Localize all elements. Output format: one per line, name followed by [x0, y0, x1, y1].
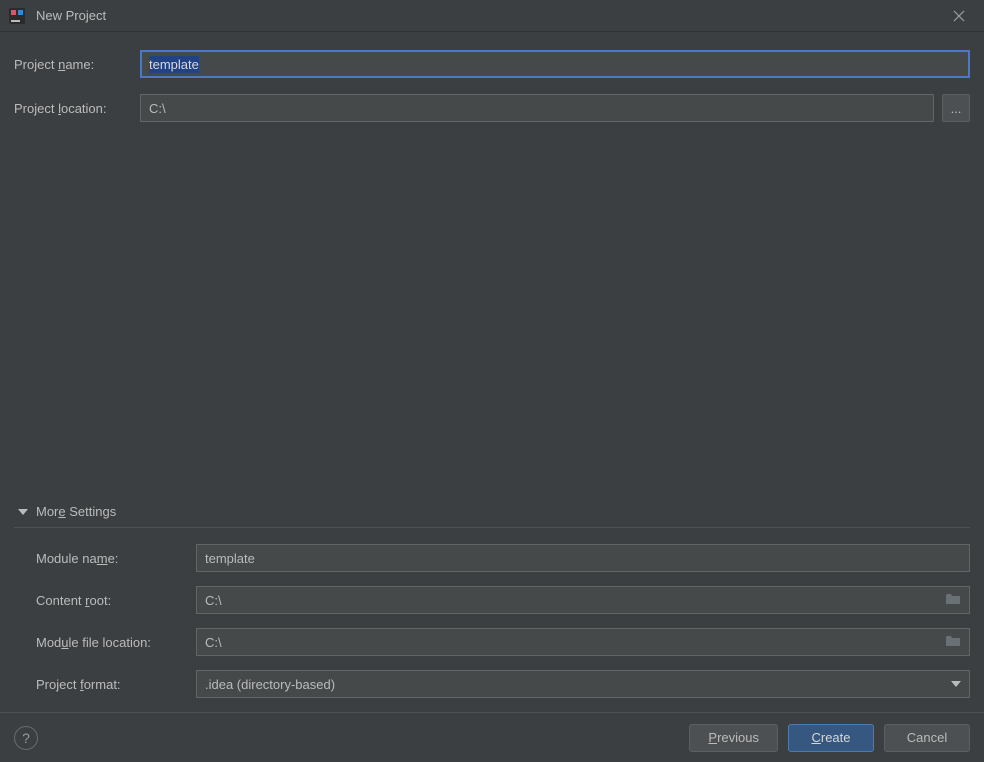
project-format-row: Project format: .idea (directory-based) — [36, 670, 970, 698]
more-settings-label: More Settings — [36, 504, 116, 519]
titlebar: New Project — [0, 0, 984, 32]
content-root-input[interactable]: C:\ — [196, 586, 970, 614]
chevron-down-icon — [951, 681, 961, 687]
cancel-button[interactable]: Cancel — [884, 724, 970, 752]
module-name-row: Module name: template — [36, 544, 970, 572]
window-title: New Project — [36, 8, 106, 23]
project-name-label: Project name: — [14, 57, 140, 72]
content-root-row: Content root: C:\ — [36, 586, 970, 614]
project-location-label: Project location: — [14, 101, 140, 116]
help-button[interactable]: ? — [14, 726, 38, 750]
module-file-location-label: Module file location: — [36, 635, 196, 650]
project-name-row: Project name: template — [14, 50, 970, 78]
module-file-location-input[interactable]: C:\ — [196, 628, 970, 656]
footer: ? Previous Create Cancel — [0, 712, 984, 762]
project-format-label: Project format: — [36, 677, 196, 692]
more-settings-toggle[interactable]: More Settings — [14, 498, 970, 528]
more-settings-panel: Module name: template Content root: C:\ — [14, 544, 970, 702]
chevron-down-icon — [18, 509, 28, 515]
folder-icon[interactable] — [945, 634, 961, 650]
close-button[interactable] — [944, 1, 974, 31]
module-name-input[interactable]: template — [196, 544, 970, 572]
module-file-location-row: Module file location: C:\ — [36, 628, 970, 656]
project-format-select[interactable]: .idea (directory-based) — [196, 670, 970, 698]
project-name-input[interactable]: template — [140, 50, 970, 78]
browse-location-button[interactable]: ... — [942, 94, 970, 122]
folder-icon[interactable] — [945, 592, 961, 608]
content-area: Project name: template Project location:… — [0, 32, 984, 712]
previous-button[interactable]: Previous — [689, 724, 778, 752]
app-icon — [8, 7, 26, 25]
create-button[interactable]: Create — [788, 724, 874, 752]
project-location-row: Project location: C:\ ... — [14, 94, 970, 122]
project-location-input[interactable]: C:\ — [140, 94, 934, 122]
content-root-label: Content root: — [36, 593, 196, 608]
module-name-label: Module name: — [36, 551, 196, 566]
